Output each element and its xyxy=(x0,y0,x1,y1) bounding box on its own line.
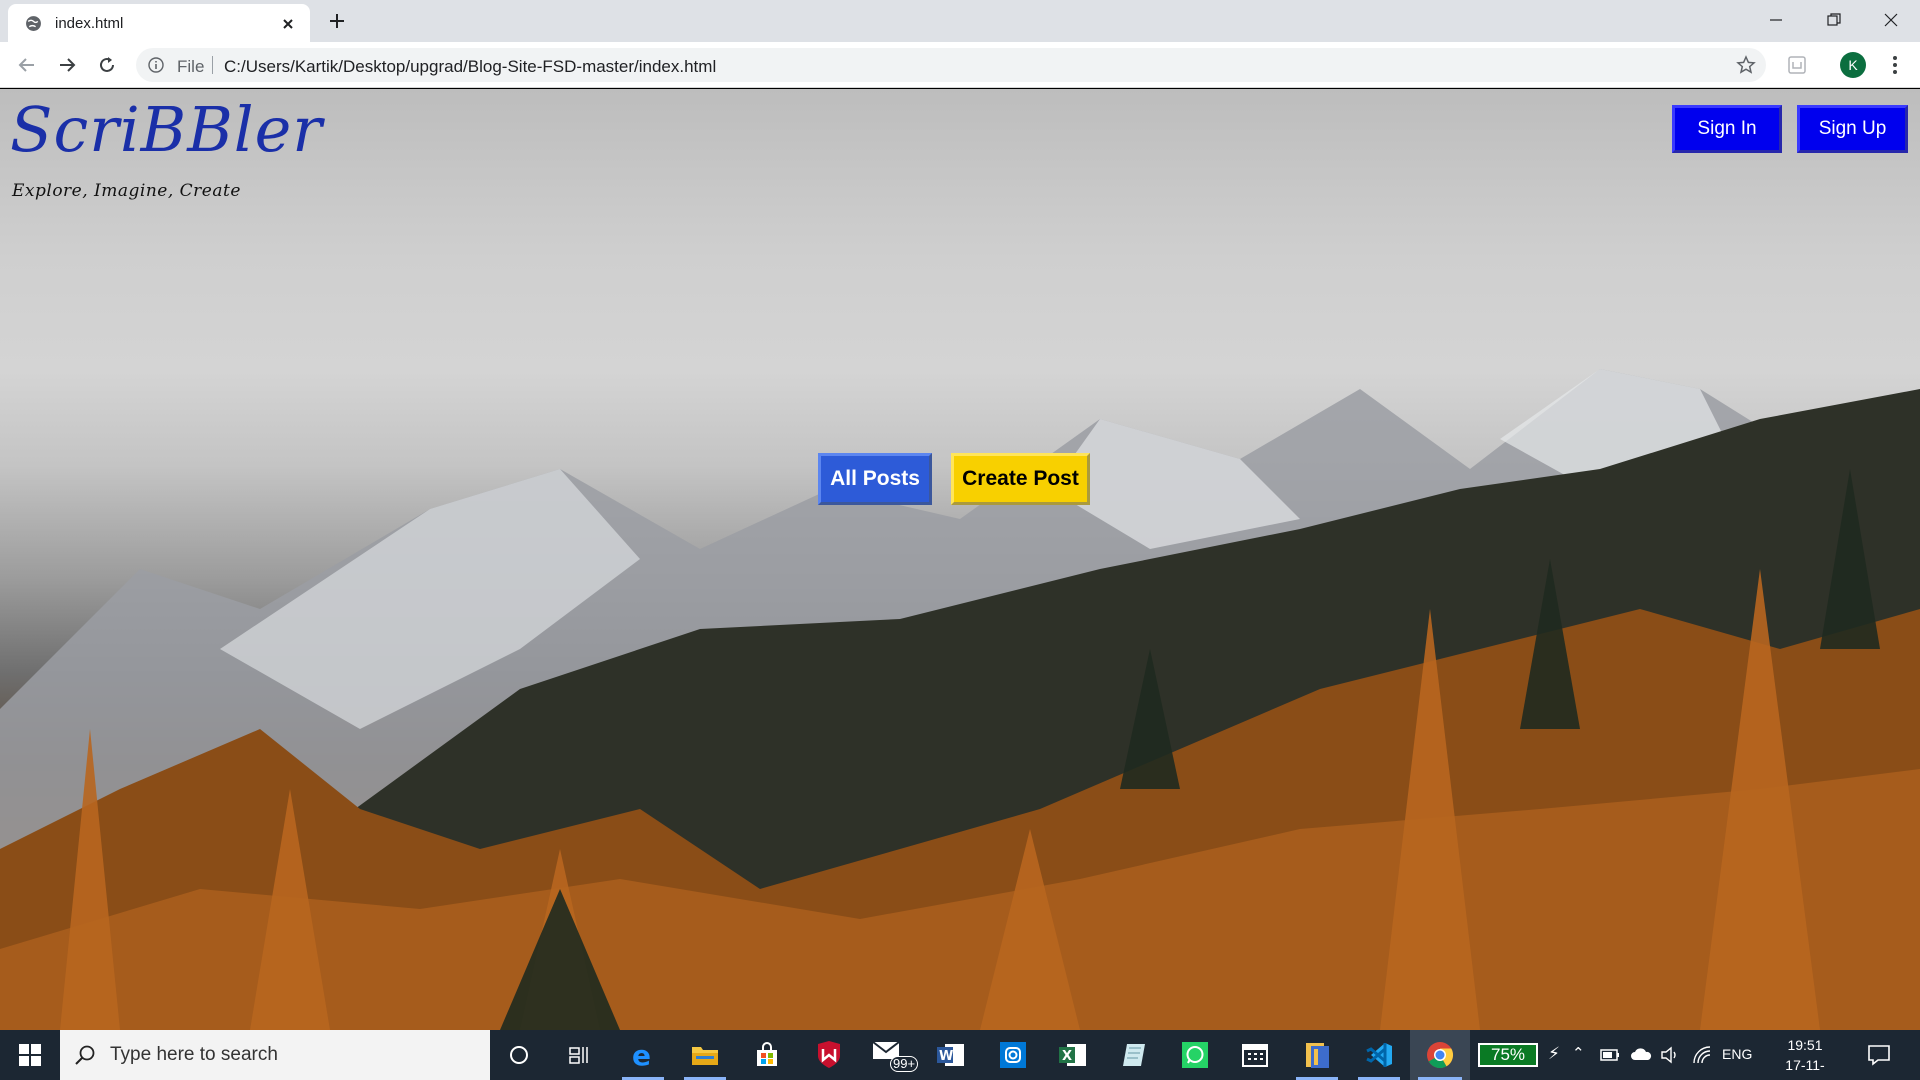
onedrive-icon[interactable] xyxy=(1630,1047,1652,1061)
chrome-icon xyxy=(1427,1042,1454,1069)
whatsapp-icon xyxy=(1182,1042,1208,1068)
profile-avatar[interactable]: K xyxy=(1840,52,1866,78)
all-posts-button[interactable]: All Posts xyxy=(818,453,932,505)
archive-button[interactable] xyxy=(1288,1030,1346,1080)
vscode-button[interactable] xyxy=(1350,1030,1408,1080)
browser-toolbar: File C:/Users/Kartik/Desktop/upgrad/Blog… xyxy=(0,42,1920,88)
web-page: ScriBBler Explore, Imagine, Create Sign … xyxy=(0,89,1920,1030)
mcafee-icon xyxy=(818,1041,840,1068)
chrome-button[interactable] xyxy=(1410,1030,1470,1080)
edge-icon: e xyxy=(632,1041,651,1069)
info-icon[interactable] xyxy=(148,57,164,73)
new-tab-icon[interactable] xyxy=(326,10,348,32)
battery-indicator[interactable]: 75% xyxy=(1478,1043,1538,1067)
windows-taskbar: Type here to search e 99+ W X 75% ⚡ ⌃ EN… xyxy=(0,1030,1920,1080)
word-button[interactable]: W xyxy=(922,1030,980,1080)
site-logo[interactable]: ScriBBler xyxy=(10,93,323,166)
whatsapp-button[interactable] xyxy=(1166,1030,1224,1080)
notes-button[interactable] xyxy=(1105,1030,1163,1080)
charging-icon: ⚡ xyxy=(1548,1044,1560,1063)
cortana-button[interactable] xyxy=(490,1030,548,1080)
vscode-icon xyxy=(1366,1043,1392,1067)
scheme-label: File xyxy=(177,57,205,76)
windows-logo-icon xyxy=(19,1044,41,1066)
store-button[interactable] xyxy=(738,1030,796,1080)
word-icon: W xyxy=(937,1044,964,1066)
url-text[interactable]: C:/Users/Kartik/Desktop/upgrad/Blog-Site… xyxy=(224,57,716,77)
battery-icon[interactable] xyxy=(1600,1047,1620,1063)
archive-icon xyxy=(1306,1043,1329,1068)
search-icon xyxy=(75,1045,95,1065)
excel-icon: X xyxy=(1059,1044,1086,1066)
create-post-button[interactable]: Create Post xyxy=(951,453,1090,505)
mail-button[interactable]: 99+ xyxy=(862,1030,920,1080)
search-placeholder: Type here to search xyxy=(110,1044,278,1065)
volume-icon[interactable] xyxy=(1660,1045,1682,1065)
sign-up-button[interactable]: Sign Up xyxy=(1797,105,1908,153)
close-window-button[interactable] xyxy=(1862,0,1920,40)
address-bar[interactable]: File C:/Users/Kartik/Desktop/upgrad/Blog… xyxy=(136,48,1766,82)
svg-text:e: e xyxy=(632,1041,651,1069)
calendar-icon xyxy=(1242,1044,1268,1067)
notes-icon xyxy=(1123,1044,1145,1066)
language-indicator[interactable]: ENG xyxy=(1722,1046,1752,1062)
restore-icon xyxy=(1827,13,1841,26)
minimize-button[interactable] xyxy=(1747,0,1805,40)
site-tagline: Explore, Imagine, Create xyxy=(12,181,241,201)
close-icon xyxy=(1884,13,1898,27)
start-button[interactable] xyxy=(0,1030,60,1080)
mcafee-button[interactable] xyxy=(800,1030,858,1080)
mail-badge: 99+ xyxy=(890,1056,919,1072)
excel-button[interactable]: X xyxy=(1044,1030,1102,1080)
back-button[interactable] xyxy=(14,52,40,78)
calendar-button[interactable] xyxy=(1226,1030,1284,1080)
bookmark-star-icon[interactable] xyxy=(1736,55,1756,75)
minimize-icon xyxy=(1770,19,1782,21)
forward-arrow-icon xyxy=(60,58,76,72)
store-icon xyxy=(757,1042,777,1066)
back-arrow-icon xyxy=(18,58,34,72)
file-explorer-icon xyxy=(692,1047,718,1065)
sign-in-button[interactable]: Sign In xyxy=(1672,105,1782,153)
extension-icon[interactable] xyxy=(1786,54,1808,76)
reload-button[interactable] xyxy=(94,52,120,78)
svg-text:X: X xyxy=(1062,1049,1072,1064)
svg-text:W: W xyxy=(939,1049,953,1064)
clock[interactable]: 19:51 17-11-2019 xyxy=(1770,1035,1840,1080)
tab-title: index.html xyxy=(55,15,124,32)
chevron-up-icon[interactable]: ⌃ xyxy=(1572,1044,1585,1062)
wifi-icon[interactable] xyxy=(1692,1045,1714,1065)
instagram-button[interactable] xyxy=(984,1030,1042,1080)
mountain-forest-background xyxy=(0,369,1920,1030)
reload-icon xyxy=(100,57,114,72)
browser-tab[interactable]: index.html xyxy=(8,4,310,42)
restore-button[interactable] xyxy=(1805,0,1863,40)
close-tab-icon[interactable] xyxy=(278,14,298,34)
taskbar-search-box[interactable]: Type here to search xyxy=(60,1030,490,1080)
cortana-icon xyxy=(510,1046,528,1064)
task-view-icon xyxy=(569,1047,588,1064)
tab-strip: index.html xyxy=(0,0,1920,42)
task-view-button[interactable] xyxy=(550,1030,608,1080)
menu-kebab-icon[interactable] xyxy=(1884,54,1906,76)
globe-icon xyxy=(26,16,41,31)
instagram-icon xyxy=(1000,1042,1026,1068)
clock-time: 19:51 xyxy=(1787,1037,1823,1053)
forward-button[interactable] xyxy=(54,52,80,78)
omnibox-divider xyxy=(212,56,213,74)
clock-date: 17-11-2019 xyxy=(1785,1057,1825,1080)
notification-icon[interactable] xyxy=(1866,1042,1892,1068)
file-explorer-button[interactable] xyxy=(676,1030,734,1080)
edge-button[interactable]: e xyxy=(614,1030,672,1080)
